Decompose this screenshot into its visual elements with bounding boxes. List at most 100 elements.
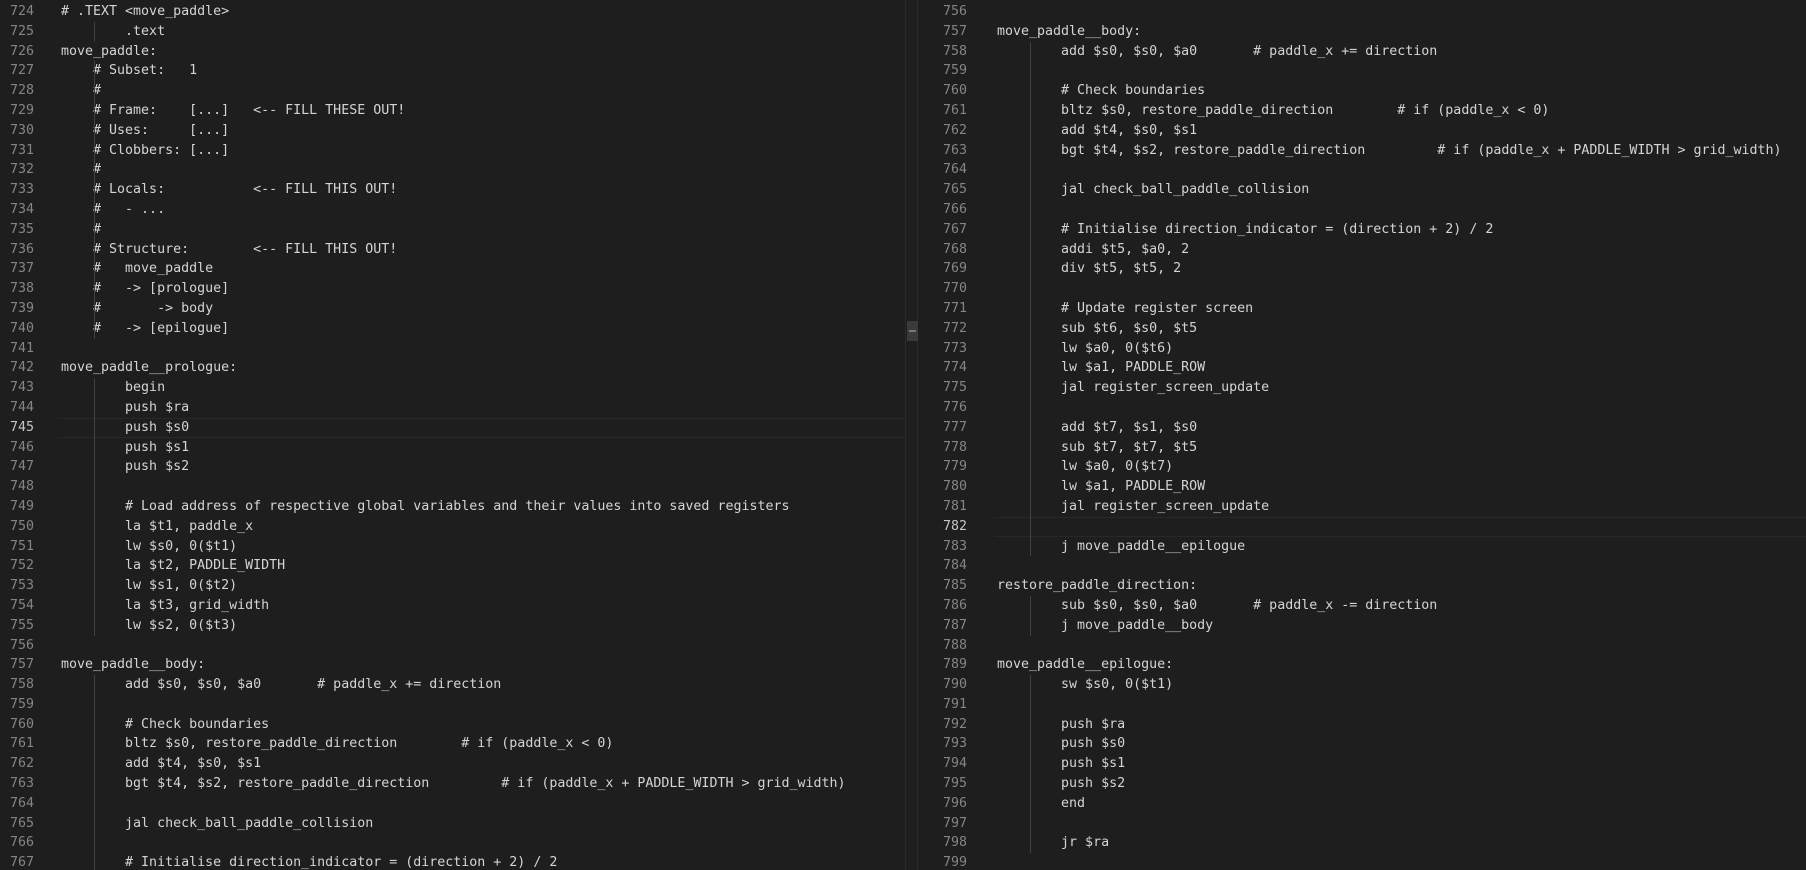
code-line[interactable]: 785 restore_paddle_direction: <box>918 576 1806 596</box>
code-line[interactable]: 789 move_paddle__epilogue: <box>918 655 1806 675</box>
line-number[interactable]: 736 <box>0 240 34 260</box>
line-number[interactable]: 779 <box>918 457 967 477</box>
line-number[interactable]: 772 <box>918 319 967 339</box>
code-line[interactable]: 765 jal check_ball_paddle_collision <box>0 814 905 834</box>
line-number[interactable]: 797 <box>918 814 967 834</box>
code-line[interactable]: 769 div $t5, $t5, 2 <box>918 259 1806 279</box>
line-number[interactable]: 768 <box>918 240 967 260</box>
code-line[interactable]: 796 end <box>918 794 1806 814</box>
code-line[interactable]: 740 # -> [epilogue] <box>0 319 905 339</box>
code-line[interactable]: 793 push $s0 <box>918 734 1806 754</box>
code-line[interactable]: 783 j move_paddle__epilogue <box>918 537 1806 557</box>
code-text[interactable]: # .TEXT <move_paddle> <box>61 2 229 22</box>
code-text[interactable]: restore_paddle_direction: <box>997 576 1197 596</box>
code-line[interactable]: 756 <box>918 2 1806 22</box>
code-text[interactable]: # - ... <box>61 200 165 220</box>
code-line[interactable]: 728 # <box>0 81 905 101</box>
code-text[interactable]: push $s0 <box>61 418 189 438</box>
line-number[interactable]: 767 <box>918 220 967 240</box>
code-line[interactable]: 754 la $t3, grid_width <box>0 596 905 616</box>
code-text[interactable]: bltz $s0, restore_paddle_direction # if … <box>997 101 1549 121</box>
code-text[interactable]: sw $s0, 0($t1) <box>997 675 1173 695</box>
code-line[interactable]: 774 lw $a1, PADDLE_ROW <box>918 358 1806 378</box>
code-line[interactable]: 770 <box>918 279 1806 299</box>
code-text[interactable]: # Subset: 1 <box>61 61 197 81</box>
code-text[interactable]: la $t1, paddle_x <box>61 517 253 537</box>
line-number[interactable]: 774 <box>918 358 967 378</box>
code-text[interactable]: push $ra <box>61 398 189 418</box>
code-text[interactable]: push $ra <box>997 715 1125 735</box>
code-line[interactable]: 752 la $t2, PADDLE_WIDTH <box>0 556 905 576</box>
code-text[interactable]: # Load address of respective global vari… <box>61 497 789 517</box>
code-line[interactable]: 730 # Uses: [...] <box>0 121 905 141</box>
code-line[interactable]: 775 jal register_screen_update <box>918 378 1806 398</box>
line-number[interactable]: 749 <box>0 497 34 517</box>
split-pane-divider[interactable] <box>905 0 918 870</box>
code-line[interactable]: 780 lw $a1, PADDLE_ROW <box>918 477 1806 497</box>
code-text[interactable]: add $t4, $s0, $s1 <box>61 754 261 774</box>
code-text[interactable]: add $t7, $s1, $s0 <box>997 418 1197 438</box>
code-text[interactable]: push $s1 <box>61 438 189 458</box>
code-line[interactable]: 724 # .TEXT <move_paddle> <box>0 2 905 22</box>
line-number[interactable]: 738 <box>0 279 34 299</box>
code-text[interactable]: bgt $t4, $s2, restore_paddle_direction #… <box>997 141 1782 161</box>
code-line[interactable]: 777 add $t7, $s1, $s0 <box>918 418 1806 438</box>
line-number[interactable]: 783 <box>918 537 967 557</box>
code-text[interactable]: sub $s0, $s0, $a0 # paddle_x -= directio… <box>997 596 1437 616</box>
line-number[interactable]: 769 <box>918 259 967 279</box>
line-number[interactable]: 782 <box>918 517 967 537</box>
code-line[interactable]: 767 # Initialise direction_indicator = (… <box>918 220 1806 240</box>
code-text[interactable]: lw $s2, 0($t3) <box>61 616 237 636</box>
code-text[interactable]: lw $a0, 0($t6) <box>997 339 1173 359</box>
line-number[interactable]: 745 <box>0 418 34 438</box>
code-text[interactable]: jal check_ball_paddle_collision <box>61 814 373 834</box>
code-line[interactable]: 781 jal register_screen_update <box>918 497 1806 517</box>
code-line[interactable]: 735 # <box>0 220 905 240</box>
code-text[interactable]: move_paddle__epilogue: <box>997 655 1173 675</box>
line-number[interactable]: 792 <box>918 715 967 735</box>
code-line[interactable]: 734 # - ... <box>0 200 905 220</box>
code-text[interactable]: # <box>61 160 101 180</box>
code-text[interactable]: jal register_screen_update <box>997 497 1269 517</box>
code-line[interactable]: 725 .text <box>0 22 905 42</box>
code-line[interactable]: 760 # Check boundaries <box>0 715 905 735</box>
code-line[interactable]: 768 addi $t5, $a0, 2 <box>918 240 1806 260</box>
line-number[interactable]: 799 <box>918 853 967 870</box>
code-line[interactable]: 786 sub $s0, $s0, $a0 # paddle_x -= dire… <box>918 596 1806 616</box>
line-number[interactable]: 761 <box>0 734 34 754</box>
line-number[interactable]: 730 <box>0 121 34 141</box>
divider-grip-icon[interactable] <box>907 321 918 341</box>
line-number[interactable]: 766 <box>0 833 34 853</box>
line-number[interactable]: 778 <box>918 438 967 458</box>
code-line[interactable]: 733 # Locals: <-- FILL THIS OUT! <box>0 180 905 200</box>
line-number[interactable]: 727 <box>0 61 34 81</box>
code-line[interactable]: 767 # Initialise direction_indicator = (… <box>0 853 905 870</box>
code-text[interactable]: # <box>61 220 101 240</box>
line-number[interactable]: 744 <box>0 398 34 418</box>
code-text[interactable]: lw $a0, 0($t7) <box>997 457 1173 477</box>
line-number[interactable]: 743 <box>0 378 34 398</box>
line-number[interactable]: 724 <box>0 2 34 22</box>
code-line[interactable]: 766 <box>918 200 1806 220</box>
line-number[interactable]: 765 <box>918 180 967 200</box>
code-text[interactable]: bltz $s0, restore_paddle_direction # if … <box>61 734 613 754</box>
line-number[interactable]: 775 <box>918 378 967 398</box>
code-line[interactable]: 771 # Update register screen <box>918 299 1806 319</box>
code-line[interactable]: 782 <box>918 516 1806 537</box>
code-line[interactable]: 758 add $s0, $s0, $a0 # paddle_x += dire… <box>918 42 1806 62</box>
code-text[interactable]: j move_paddle__epilogue <box>997 537 1245 557</box>
code-line[interactable]: 794 push $s1 <box>918 754 1806 774</box>
code-line[interactable]: 762 add $t4, $s0, $s1 <box>0 754 905 774</box>
line-number[interactable]: 762 <box>918 121 967 141</box>
line-number[interactable]: 798 <box>918 833 967 853</box>
line-number[interactable]: 765 <box>0 814 34 834</box>
code-line[interactable]: 749 # Load address of respective global … <box>0 497 905 517</box>
code-line[interactable]: 731 # Clobbers: [...] <box>0 141 905 161</box>
code-line[interactable]: 791 <box>918 695 1806 715</box>
line-number[interactable]: 760 <box>0 715 34 735</box>
line-number[interactable]: 761 <box>918 101 967 121</box>
code-line[interactable]: 764 <box>918 160 1806 180</box>
code-text[interactable]: lw $a1, PADDLE_ROW <box>997 358 1205 378</box>
code-line[interactable]: 763 bgt $t4, $s2, restore_paddle_directi… <box>918 141 1806 161</box>
editor-pane-right[interactable]: 756 757 move_paddle__body: 758 add $s0, $s0… <box>918 0 1806 870</box>
